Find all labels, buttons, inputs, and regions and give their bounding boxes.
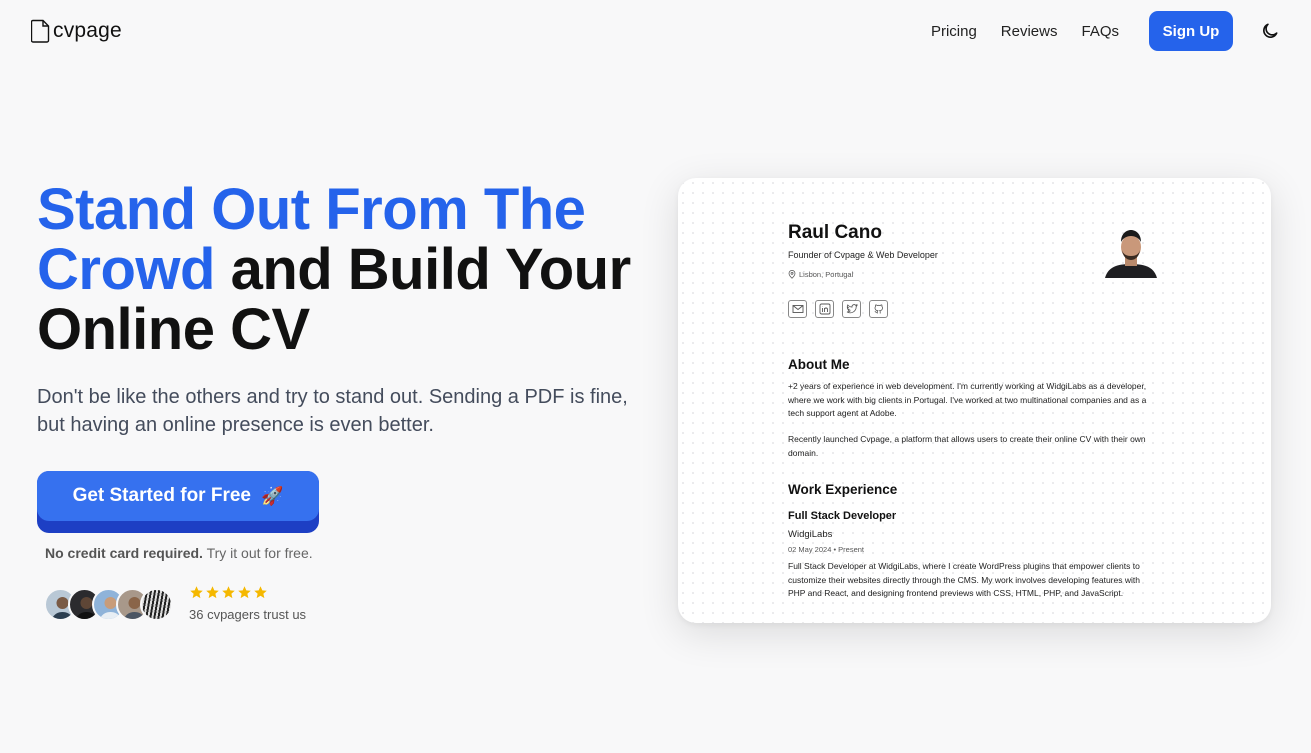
no-credit-card-note: No credit card required. Try it out for … [45,545,313,561]
star-icon [222,586,235,599]
get-started-button-face[interactable]: Get Started for Free 🚀 [37,471,319,521]
star-icon [206,586,219,599]
star-icon [190,586,203,599]
cv-role: Founder of Cvpage & Web Developer [788,250,938,260]
hero-title: Stand Out From The Crowd and Build Your … [37,180,657,360]
no-cc-rest: Try it out for free. [206,545,313,561]
trust-text: 36 cvpagers trust us [189,607,307,622]
star-icon [238,586,251,599]
about-me-paragraph-1: +2 years of experience in web developmen… [788,381,1147,418]
avatar [140,588,173,621]
nav-link-pricing[interactable]: Pricing [931,23,977,40]
top-nav: cvpage Pricing Reviews FAQs Sign Up [0,0,1311,62]
company-name: WidgiLabs [788,529,833,540]
job-description: Full Stack Developer at WidgiLabs, where… [788,561,1140,598]
nav-link-faqs[interactable]: FAQs [1081,23,1119,40]
moon-icon[interactable] [1260,21,1280,41]
rating-stars [189,585,268,600]
hero-subtitle: Don't be like the others and try to stan… [37,386,628,436]
user-avatars [44,588,173,622]
brand-logo[interactable]: cvpage [31,19,122,43]
cv-location: Lisbon, Portugal [788,270,853,279]
linkedin-icon[interactable] [815,300,834,318]
get-started-label: Get Started for Free [72,485,251,506]
nav-links: Pricing Reviews FAQs Sign Up [931,11,1311,51]
job-title: Full Stack Developer [788,510,897,522]
about-me-paragraph-2: Recently launched Cvpage, a platform tha… [788,434,1146,458]
about-me-heading: About Me [788,357,850,372]
sign-up-button[interactable]: Sign Up [1149,11,1233,51]
star-icon [254,586,267,599]
github-icon[interactable] [869,300,888,318]
job-dates: 02 May 2024 • Present [788,545,865,554]
brand-name: cvpage [53,19,122,42]
nav-link-reviews[interactable]: Reviews [1001,23,1058,40]
cv-location-text: Lisbon, Portugal [799,270,854,279]
mail-icon[interactable] [788,300,807,318]
cv-social-links [788,300,888,318]
work-experience-heading: Work Experience [788,482,898,497]
twitter-icon[interactable] [842,300,861,318]
cv-profile-photo [1105,230,1157,278]
cv-name: Raul Cano [788,222,882,243]
no-cc-bold: No credit card required. [45,545,203,561]
document-icon [31,19,50,43]
cv-preview-card: Raul Cano Founder of Cvpage & Web Develo… [678,178,1271,623]
rocket-icon: 🚀 [261,485,284,506]
get-started-button[interactable]: Get Started for Free 🚀 [37,471,319,533]
location-pin-icon [788,270,796,279]
